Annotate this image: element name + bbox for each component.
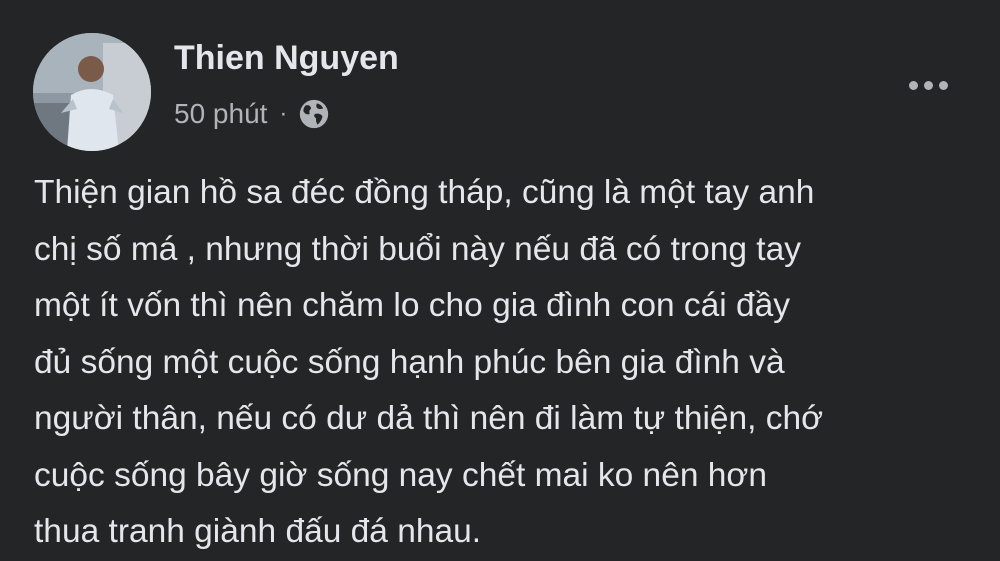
more-dot bbox=[938, 80, 948, 90]
more-dot bbox=[923, 80, 933, 90]
globe-icon[interactable] bbox=[297, 97, 331, 131]
more-dot bbox=[908, 80, 918, 90]
avatar-photo bbox=[33, 33, 151, 151]
author-name[interactable]: Thien Nguyen bbox=[174, 38, 399, 78]
avatar[interactable] bbox=[33, 33, 151, 151]
post-timestamp[interactable]: 50 phút bbox=[174, 96, 267, 132]
more-options-icon[interactable] bbox=[900, 68, 956, 102]
meta-separator: · bbox=[279, 100, 288, 127]
post-meta: 50 phút · bbox=[174, 96, 331, 132]
facebook-post: Thien Nguyen 50 phút · Thiện gian hồ sa … bbox=[0, 0, 1000, 556]
post-text: Thiện gian hồ sa đéc đồng tháp, cũng là … bbox=[34, 174, 824, 550]
